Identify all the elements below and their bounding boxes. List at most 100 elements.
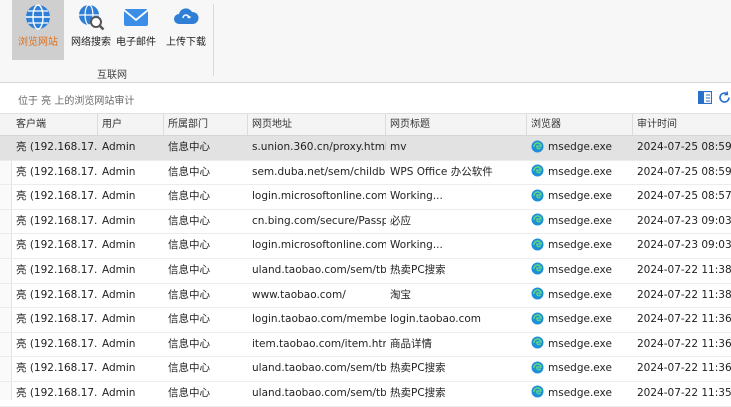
department-cell: 信息中心 — [168, 165, 210, 178]
table-row[interactable]: 亮 (192.168.17... Admin 信息中心 login.microsoft… — [0, 234, 731, 259]
column-header-title[interactable]: 网页标题 — [386, 114, 527, 135]
browser-name: msedge.exe — [548, 313, 612, 326]
url-cell: login.microsoftonline.com... — [252, 190, 386, 203]
time-cell: 2024-07-22 11:38:27 — [637, 288, 731, 301]
user-cell: Admin — [102, 362, 136, 375]
ribbon-group-label: 互联网 — [97, 70, 127, 81]
table-row[interactable]: 亮 (192.168.17... Admin 信息中心 uland.taobao.co… — [0, 259, 731, 284]
table-row[interactable]: 亮 (192.168.17... Admin 信息中心 item.taobao.com… — [0, 333, 731, 358]
column-header-time[interactable]: 审计时间 — [633, 114, 731, 135]
title-cell: 热卖PC搜索 — [390, 386, 446, 399]
time-cell: 2024-07-22 11:36:04 — [637, 362, 731, 375]
column-header-department[interactable]: 所属部门 — [164, 114, 248, 135]
table-row[interactable]: 亮 (192.168.17... Admin 信息中心 login.taobao.co… — [0, 308, 731, 333]
column-layout-icon[interactable] — [697, 90, 713, 107]
user-cell: Admin — [102, 141, 136, 153]
title-cell: login.taobao.com — [390, 313, 481, 326]
title-cell: 热卖PC搜索 — [390, 362, 446, 375]
table-row[interactable]: 亮 (192.168.17... Admin 信息中心 www.taobao.com/… — [0, 284, 731, 309]
title-cell: mv — [390, 141, 407, 153]
edge-browser-icon — [531, 262, 544, 275]
client-cell: 亮 (192.168.17... — [16, 386, 98, 399]
column-header-browser[interactable]: 浏览器 — [527, 114, 633, 135]
table-body: 亮 (192.168.17... Admin 信息中心 s.union.360.cn/… — [0, 136, 731, 407]
browser-cell: msedge.exe — [527, 284, 633, 308]
email-button[interactable]: 电子邮件 — [110, 0, 162, 60]
url-cell: uland.taobao.com/sem/tb... — [252, 362, 386, 375]
breadcrumb-bar: 位于 亮 上的浏览网站审计 — [0, 83, 731, 113]
user-cell: Admin — [102, 288, 136, 301]
user-cell: Admin — [102, 239, 136, 252]
cloud-sync-icon — [174, 8, 199, 24]
department-cell: 信息中心 — [168, 141, 210, 153]
department-cell: 信息中心 — [168, 288, 210, 301]
browse-websites-label: 浏览网站 — [18, 37, 58, 48]
upload-download-button[interactable]: 上传下载 — [160, 0, 212, 60]
client-cell: 亮 (192.168.17... — [16, 165, 98, 178]
time-cell: 2024-07-22 11:35:29 — [637, 386, 731, 399]
edge-browser-icon — [531, 385, 544, 398]
url-cell: www.taobao.com/ — [252, 288, 346, 301]
department-cell: 信息中心 — [168, 337, 210, 350]
client-cell: 亮 (192.168.17... — [16, 362, 98, 375]
edge-browser-icon — [531, 312, 544, 325]
title-cell: 必应 — [390, 214, 411, 227]
url-cell: item.taobao.com/item.htm... — [252, 337, 386, 350]
table-row[interactable]: 亮 (192.168.17... Admin 信息中心 cn.bing.com/sec… — [0, 210, 731, 235]
url-cell: login.taobao.com/membe... — [252, 313, 386, 326]
column-header-url[interactable]: 网页地址 — [248, 114, 386, 135]
edge-browser-icon — [531, 140, 544, 152]
upload-download-label: 上传下载 — [166, 37, 206, 48]
time-cell: 2024-07-25 08:59:38 — [637, 165, 731, 178]
url-cell: sem.duba.net/sem/childb... — [252, 165, 386, 178]
browser-name: msedge.exe — [548, 141, 612, 153]
browser-cell: msedge.exe — [527, 333, 633, 357]
client-cell: 亮 (192.168.17... — [16, 214, 98, 227]
url-cell: s.union.360.cn/proxy.html — [252, 141, 386, 153]
user-cell: Admin — [102, 313, 136, 326]
globe-icon — [26, 4, 50, 30]
table-row[interactable]: 亮 (192.168.17... Admin 信息中心 login.microsoft… — [0, 185, 731, 210]
table-row[interactable]: 亮 (192.168.17... Admin 信息中心 s.union.360.cn/… — [0, 136, 731, 161]
refresh-icon[interactable] — [718, 91, 731, 107]
table-header: 客户端 用户 所属部门 网页地址 网页标题 浏览器 审计时间 — [0, 113, 731, 136]
browser-cell: msedge.exe — [527, 185, 633, 209]
department-cell: 信息中心 — [168, 263, 210, 276]
table-row[interactable]: 亮 (192.168.17... Admin 信息中心 uland.taobao.co… — [0, 357, 731, 382]
edge-browser-icon — [531, 238, 544, 251]
department-cell: 信息中心 — [168, 239, 210, 252]
user-cell: Admin — [102, 214, 136, 227]
table-row[interactable]: 亮 (192.168.17... Admin 信息中心 uland.taobao.co… — [0, 382, 731, 407]
time-cell: 2024-07-22 11:36:14 — [637, 337, 731, 350]
browser-name: msedge.exe — [548, 337, 612, 350]
browser-cell: msedge.exe — [527, 357, 633, 381]
column-header-user[interactable]: 用户 — [98, 114, 164, 135]
user-cell: Admin — [102, 190, 136, 203]
title-cell: 热卖PC搜索 — [390, 263, 446, 276]
client-cell: 亮 (192.168.17... — [16, 337, 98, 350]
client-cell: 亮 (192.168.17... — [16, 313, 98, 326]
email-label: 电子邮件 — [116, 37, 156, 48]
client-cell: 亮 (192.168.17... — [16, 141, 98, 153]
department-cell: 信息中心 — [168, 190, 210, 203]
browser-cell: msedge.exe — [527, 234, 633, 258]
department-cell: 信息中心 — [168, 214, 210, 227]
search-globe-icon — [79, 4, 105, 31]
url-cell: uland.taobao.com/sem/tb... — [252, 263, 386, 276]
time-cell: 2024-07-25 08:59:40 — [637, 141, 731, 153]
title-cell: Working... — [390, 239, 443, 252]
edge-browser-icon — [531, 336, 544, 349]
title-cell: 淘宝 — [390, 288, 411, 301]
title-cell: WPS Office 办公软件 — [390, 165, 493, 178]
ribbon: 浏览网站 网络搜索 电子邮件 上传下载 互联网 — [0, 0, 731, 83]
edge-browser-icon — [531, 164, 544, 177]
url-cell: uland.taobao.com/sem/tb... — [252, 386, 386, 399]
browser-name: msedge.exe — [548, 263, 612, 276]
browse-websites-button[interactable]: 浏览网站 — [12, 0, 64, 60]
department-cell: 信息中心 — [168, 313, 210, 326]
column-header-client[interactable]: 客户端 — [12, 114, 98, 135]
client-cell: 亮 (192.168.17... — [16, 288, 98, 301]
table-row[interactable]: 亮 (192.168.17... Admin 信息中心 sem.duba.net/se… — [0, 161, 731, 186]
user-cell: Admin — [102, 386, 136, 399]
browser-cell: msedge.exe — [527, 136, 633, 160]
